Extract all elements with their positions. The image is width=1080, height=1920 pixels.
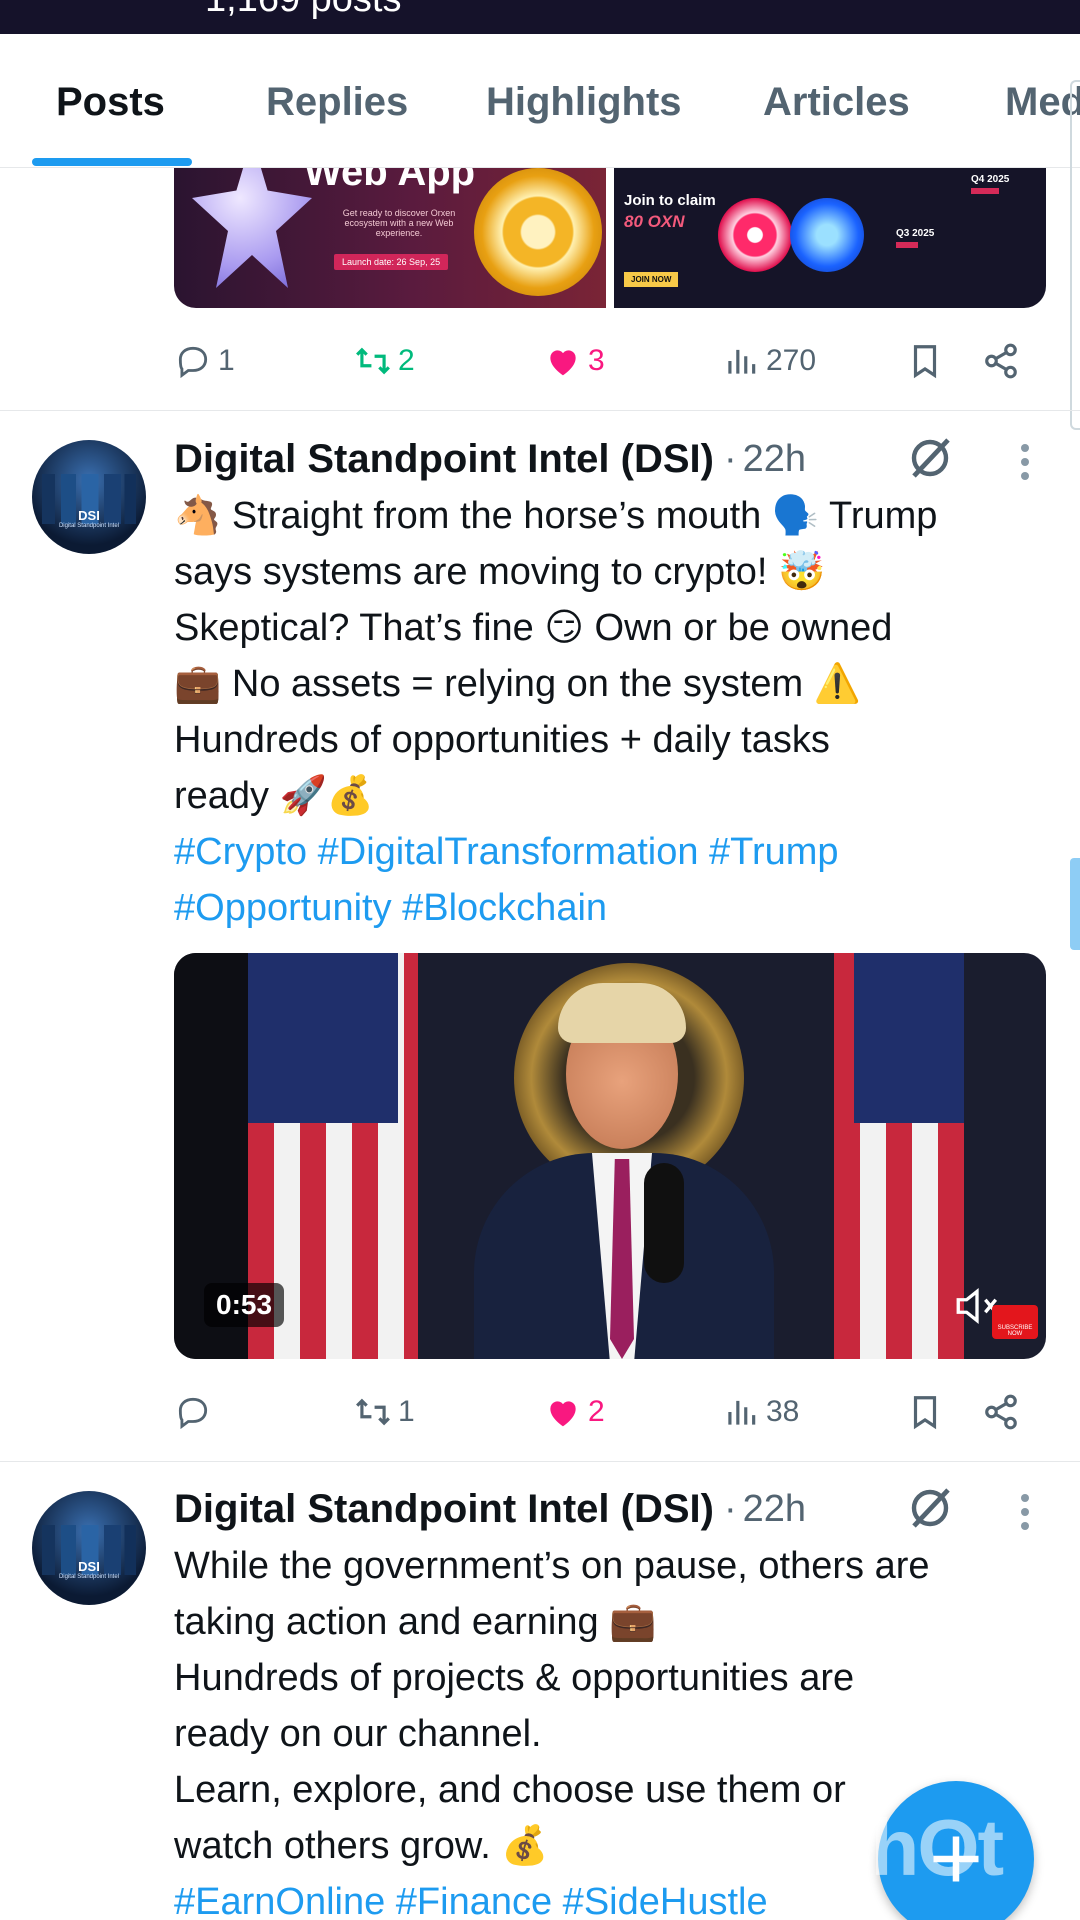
tab-media[interactable]: Media	[1005, 80, 1080, 125]
more-options-icon[interactable]	[1010, 1488, 1040, 1536]
bookmark-button[interactable]	[906, 1387, 944, 1437]
avatar-title: DSI	[78, 508, 100, 523]
active-tab-indicator	[32, 158, 192, 166]
launch-date-pill: Launch date: 26 Sep, 25	[334, 254, 449, 270]
media-headline: Join to claim	[624, 192, 716, 209]
post-body: 🐴 Straight from the horse’s mouth 🗣️ Tru…	[174, 488, 1054, 936]
bookmark-button[interactable]	[906, 336, 944, 386]
bookmark-icon	[913, 1396, 937, 1430]
join-now-pill: JOIN NOW	[624, 272, 679, 287]
view-count: 38	[766, 1395, 800, 1428]
post-text-line: 💼 No assets = relying on the system ⚠️	[174, 663, 862, 705]
media-amount: 80 OXN	[624, 212, 685, 231]
share-icon	[985, 1394, 1017, 1430]
analytics-icon	[728, 1400, 756, 1425]
avatar-subtitle: Digital Standpoint Intel	[58, 1574, 120, 1580]
roadmap-graphic: Q4 2025 Q3 2025	[876, 168, 1046, 308]
video-duration: 0:53	[204, 1283, 285, 1327]
more-options-icon[interactable]	[1010, 438, 1040, 486]
share-button[interactable]	[982, 336, 1020, 386]
avatar-subtitle: Digital Standpoint Intel	[58, 523, 120, 529]
roadmap-quarter: Q3 2025	[896, 228, 935, 239]
token-graphic	[718, 198, 792, 272]
avatar[interactable]: DSI Digital Standpoint Intel	[32, 440, 146, 554]
post-header: Digital Standpoint Intel (DSI) · 22h	[174, 434, 806, 484]
roadmap-quarter: Q4 2025	[971, 174, 1010, 185]
repost-icon	[356, 1398, 390, 1426]
views-button[interactable]: 270	[722, 336, 816, 386]
coin-graphic	[474, 168, 602, 296]
media-image[interactable]: Join to claim 80 OXN JOIN NOW Q4 2025 Q3…	[614, 168, 1046, 308]
post-text-line: While the government’s on pause, others …	[174, 1545, 930, 1587]
repost-button[interactable]: 1	[354, 1387, 415, 1437]
avatar-title: DSI	[78, 1559, 100, 1574]
post-text-line: Hundreds of projects & opportunities are	[174, 1657, 855, 1699]
tab-highlights[interactable]: Highlights	[486, 80, 682, 125]
share-icon	[985, 343, 1017, 379]
author-name[interactable]: Digital Standpoint Intel (DSI)	[174, 437, 714, 482]
reply-icon	[178, 1397, 208, 1430]
avatar[interactable]: DSI Digital Standpoint Intel	[32, 1491, 146, 1605]
post-actions: 1 2 3 270	[174, 336, 1034, 386]
scrollbar-track[interactable]	[1070, 80, 1080, 430]
watermark: InShOt	[752, 1803, 1004, 1892]
view-count: 270	[766, 344, 817, 377]
views-button[interactable]: 38	[722, 1387, 799, 1437]
profile-tabs: Posts Replies Highlights Articles Media	[0, 34, 1080, 168]
tab-articles[interactable]: Articles	[763, 80, 910, 125]
post-header: Digital Standpoint Intel (DSI) · 22h	[174, 1484, 806, 1534]
heart-icon	[550, 1401, 576, 1427]
hashtag-line[interactable]: #Opportunity #Blockchain	[174, 880, 1054, 936]
hashtag-line[interactable]: #Crypto #DigitalTransformation #Trump	[174, 824, 1054, 880]
post-text-line: says systems are moving to crypto! 🤯	[174, 551, 826, 593]
scrollbar-thumb[interactable]	[1070, 858, 1080, 950]
media-headline: Web App	[304, 168, 476, 194]
grok-icon[interactable]	[906, 434, 954, 482]
token-graphic	[790, 198, 864, 272]
profile-header: 1,169 posts	[0, 0, 1080, 34]
like-button[interactable]: 3	[544, 336, 605, 386]
media-image[interactable]: Web App Get ready to discover Orxen ecos…	[174, 168, 606, 308]
post-text-line: ready on our channel.	[174, 1713, 542, 1755]
like-button[interactable]: 2	[544, 1387, 605, 1437]
post-text-line: Hundreds of opportunities + daily tasks	[174, 719, 830, 761]
separator: ·	[723, 437, 737, 480]
repost-count: 1	[398, 1395, 415, 1428]
reply-button[interactable]	[174, 1387, 218, 1437]
repost-icon	[356, 347, 390, 375]
post-divider	[0, 410, 1080, 411]
tab-posts[interactable]: Posts	[56, 80, 165, 125]
post-text-line: Skeptical? That’s fine 😏 Own or be owned	[174, 607, 893, 649]
post-text-line: ready 🚀💰	[174, 775, 375, 817]
repost-count: 2	[398, 344, 415, 377]
reply-icon	[178, 346, 208, 379]
post-actions: 1 2 38	[174, 1387, 1034, 1437]
author-name[interactable]: Digital Standpoint Intel (DSI)	[174, 1487, 714, 1532]
share-button[interactable]	[982, 1387, 1020, 1437]
separator: ·	[723, 1487, 737, 1530]
reply-button[interactable]: 1	[174, 336, 235, 386]
reply-count: 1	[218, 344, 235, 377]
media-blurb: Get ready to discover Orxen ecosystem wi…	[342, 208, 456, 238]
post-time[interactable]: 22h	[743, 1488, 806, 1531]
subscribe-badge: SUBSCRIBE NOW	[992, 1305, 1038, 1339]
video-player[interactable]: 0:53 SUBSCRIBE NOW	[174, 953, 1046, 1359]
repost-button[interactable]: 2	[354, 336, 415, 386]
post-text-line: taking action and earning 💼	[174, 1601, 657, 1643]
post-count: 1,169 posts	[205, 0, 401, 21]
post-text-line: 🐴 Straight from the horse’s mouth 🗣️ Tru…	[174, 495, 938, 537]
post-time[interactable]: 22h	[743, 438, 806, 481]
heart-icon	[550, 350, 576, 376]
post-divider	[0, 1461, 1080, 1462]
grok-icon[interactable]	[906, 1484, 954, 1532]
analytics-icon	[728, 349, 756, 374]
star-graphic	[192, 168, 312, 288]
bookmark-icon	[913, 345, 937, 379]
like-count: 3	[588, 344, 605, 377]
microphone-graphic	[644, 1163, 684, 1283]
like-count: 2	[588, 1395, 605, 1428]
tab-replies[interactable]: Replies	[266, 80, 408, 125]
